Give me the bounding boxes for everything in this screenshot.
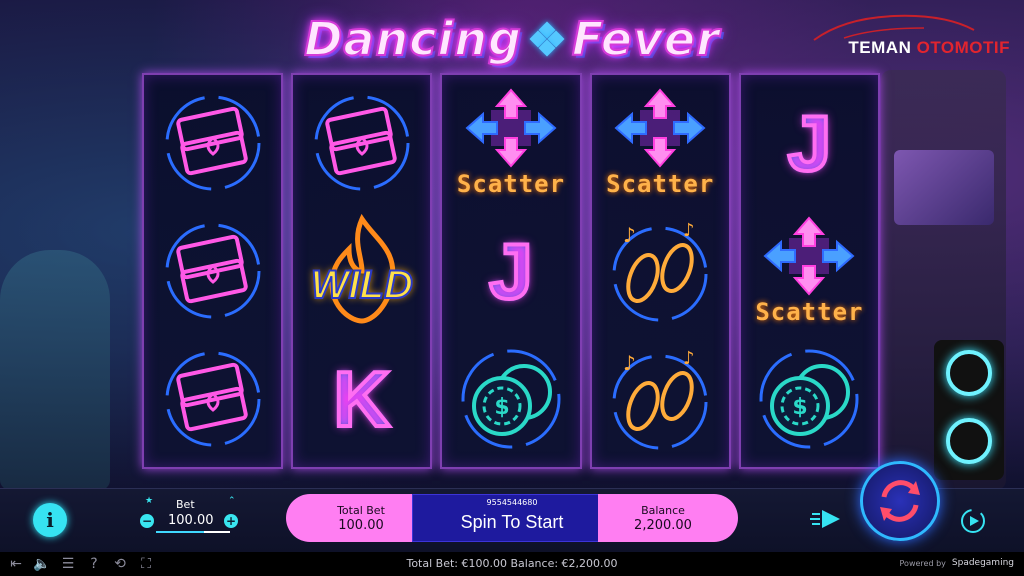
balance-label: Balance [641, 503, 685, 517]
shoes-symbol: ♪ ♪ [596, 211, 724, 331]
double-chevron-up-icon[interactable]: ⌃ [228, 496, 236, 506]
dancing-shoes-icon: ♪ ♪ [612, 220, 708, 322]
game-logo: Dancing Fever [272, 8, 752, 70]
autoplay-button[interactable] [958, 506, 988, 536]
casino-chips-icon: $ [461, 349, 561, 449]
ticket-symbol [149, 211, 277, 331]
powered-by-label: Powered by [899, 558, 946, 568]
chips-symbol: $ [745, 339, 873, 459]
svg-text:♪: ♪ [623, 223, 636, 247]
j-letter: J [487, 225, 534, 317]
scatter-symbol: Scatter [745, 211, 873, 331]
ticket-symbol [149, 339, 277, 459]
spin-to-start-text: Spin To Start [460, 511, 564, 532]
dance-arrows-icon [614, 88, 706, 168]
round-id: 9554544680 [486, 498, 538, 507]
wild-label: WILD [310, 262, 414, 308]
bet-value: 100.00 [168, 513, 214, 528]
message-panel: 9554544680 Spin To Start [412, 494, 612, 542]
k-symbol: K [298, 339, 426, 459]
j-symbol: J [745, 83, 873, 203]
dance-arrows-icon [763, 216, 855, 296]
svg-text:♪: ♪ [623, 351, 636, 375]
balance-display: Balance 2,200.00 [598, 494, 738, 542]
svg-text:♪: ♪ [683, 220, 695, 241]
fast-forward-icon [810, 510, 840, 528]
scatter-symbol: Scatter [596, 83, 724, 203]
ticket-symbol [298, 83, 426, 203]
autoplay-icon [961, 509, 985, 533]
logo-arrows-icon [529, 21, 565, 57]
provider-logo: Spadegaming [951, 558, 1014, 568]
scatter-label: Scatter [755, 298, 864, 326]
casino-chips-icon: $ [759, 349, 859, 449]
dancing-shoes-icon: ♪ ♪ [612, 348, 708, 450]
j-letter: J [786, 97, 833, 189]
bet-selector: ★ Bet ⌃ − 100.00 + [140, 496, 240, 540]
bet-increase-button[interactable]: + [224, 514, 238, 528]
spin-button[interactable] [860, 461, 940, 541]
reel-1 [142, 73, 284, 469]
logo-word-dancing: Dancing [303, 11, 522, 67]
ticket-icon [165, 95, 261, 191]
j-symbol: J [447, 211, 575, 331]
total-bet-value: 100.00 [338, 517, 384, 533]
svg-text:$: $ [793, 395, 808, 420]
background-chair [0, 250, 110, 490]
reel-2: WILD K [291, 73, 433, 469]
bet-decrease-button[interactable]: − [140, 514, 154, 528]
total-bet-label: Total Bet [337, 503, 385, 517]
info-button[interactable]: i [33, 503, 67, 537]
background-arcade-screen [894, 150, 994, 225]
shoes-symbol: ♪ ♪ [596, 339, 724, 459]
balance-value: 2,200.00 [634, 517, 692, 533]
dance-arrows-icon [465, 88, 557, 168]
ticket-icon [165, 351, 261, 447]
reel-4: Scatter ♪ ♪ ♪ ♪ [589, 73, 731, 469]
ticket-icon [165, 223, 261, 319]
wild-symbol: WILD [298, 211, 426, 331]
watermark-brand: TEMAN OTOMOTIF [848, 38, 1010, 57]
svg-text:♪: ♪ [683, 348, 695, 369]
scatter-label: Scatter [606, 170, 715, 198]
turbo-button[interactable] [810, 506, 844, 532]
scatter-symbol: Scatter [447, 83, 575, 203]
reels-grid: WILD K Scatter J $ Scatter ♪ ♪ ♪ ♪ J Sca… [142, 73, 881, 469]
footer-summary: Total Bet: €100.00 Balance: €2,200.00 [406, 557, 618, 570]
reel-5: J Scatter $ [738, 73, 881, 469]
ticket-icon [314, 95, 410, 191]
info-icon: i [46, 508, 54, 532]
total-bet-display: Total Bet 100.00 [286, 494, 426, 542]
scatter-label: Scatter [456, 170, 566, 198]
chips-symbol: $ [447, 339, 575, 459]
bet-slider[interactable] [156, 531, 230, 533]
star-icon[interactable]: ★ [145, 496, 153, 506]
powered-by: Powered by Spadegaming [900, 558, 1014, 568]
logo-word-fever: Fever [571, 11, 720, 67]
svg-text:$: $ [494, 395, 509, 420]
ticket-symbol [149, 83, 277, 203]
k-letter: K [332, 353, 392, 445]
footer-bar: ⇤ 🔈 ☰ ? ⟲ ⛶ Total Bet: €100.00 Balance: … [0, 552, 1024, 576]
spin-arrows-icon [880, 480, 920, 522]
bet-label: Bet [176, 498, 195, 511]
background-speaker [934, 340, 1004, 480]
reel-3: Scatter J $ [440, 73, 582, 469]
